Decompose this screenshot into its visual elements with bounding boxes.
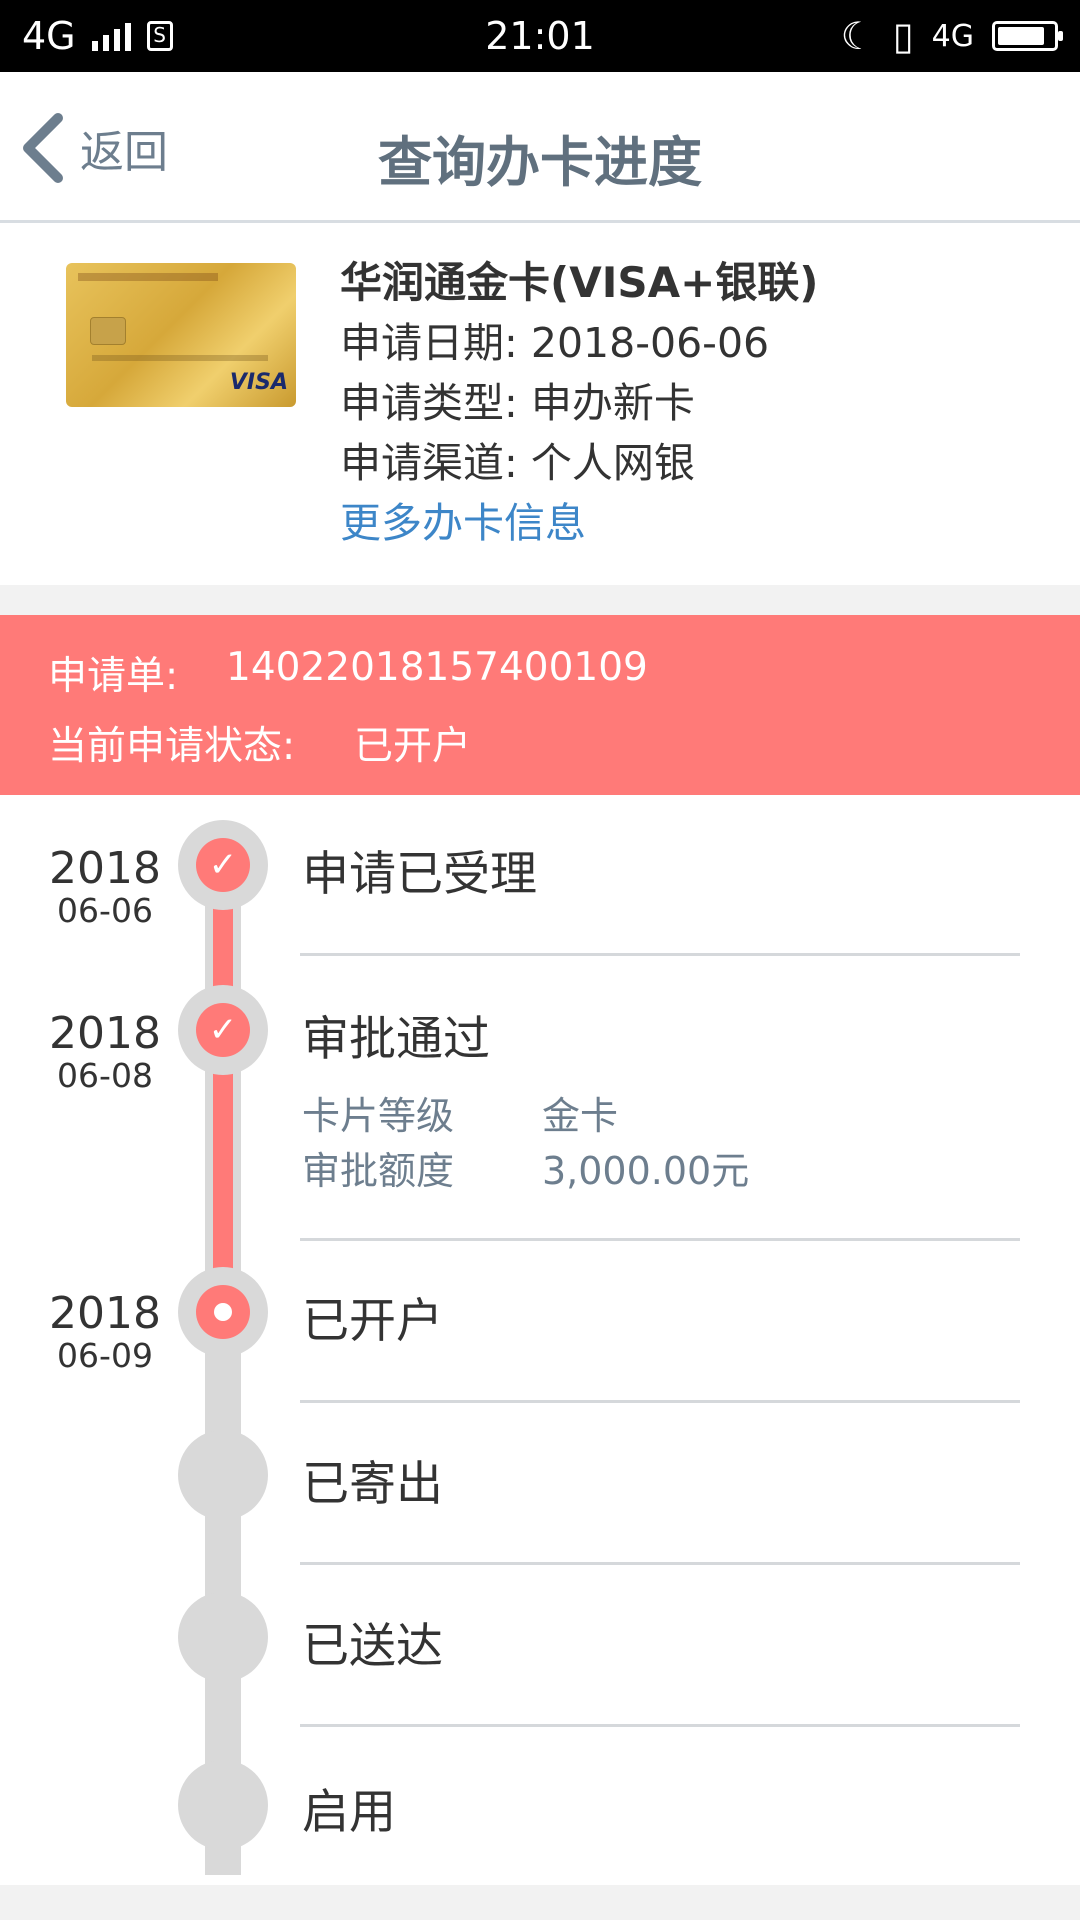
battery-icon	[992, 21, 1063, 51]
timeline-progress-track	[213, 865, 233, 1315]
vibrate-icon: ▯	[892, 14, 914, 58]
detail-label-card-level: 卡片等级	[302, 1094, 455, 1138]
bottom-strip	[0, 1885, 1080, 1920]
status-right: ☾ ▯ 4G	[840, 14, 1063, 58]
step-node-done: ✓	[178, 820, 268, 910]
channel-row: 申请渠道: 个人网银	[340, 433, 818, 493]
step-divider	[300, 1238, 1020, 1241]
card-number-mark	[92, 355, 268, 361]
step-month-day: 06-08	[57, 1056, 153, 1095]
check-icon: ✓	[196, 838, 250, 892]
card-brand-mark: VISA	[229, 370, 288, 395]
step-date: 2018 06-08	[40, 1010, 170, 1094]
apply-date-value: 2018-06-06	[530, 319, 770, 367]
step-node-pending	[178, 1592, 268, 1682]
card-info-panel: VISA 华润通金卡(VISA+银联) 申请日期: 2018-06-06 申请类…	[0, 223, 1080, 585]
step-node-done: ✓	[178, 985, 268, 1075]
apply-type-value: 申办新卡	[530, 379, 695, 427]
step-divider	[300, 953, 1020, 956]
detail-label-credit-limit: 审批额度	[302, 1149, 455, 1193]
status-banner: 申请单: 14022018157400109 当前申请状态: 已开户	[0, 615, 1080, 795]
nav-header: 返回 查询办卡进度	[0, 72, 1080, 223]
step-node-pending	[178, 1430, 268, 1520]
step-title: 已开户	[302, 1294, 443, 1349]
detail-value-card-level: 金卡	[542, 1094, 619, 1138]
step-node-pending	[178, 1760, 268, 1850]
step-title: 申请已受理	[302, 847, 537, 902]
card-chip	[90, 317, 126, 345]
step-month-day: 06-09	[57, 1336, 153, 1375]
step-divider	[300, 1562, 1020, 1565]
status-label: 当前申请状态:	[48, 724, 296, 769]
step-month-day: 06-06	[57, 891, 153, 930]
step-year: 2018	[49, 1008, 161, 1059]
channel-value: 个人网银	[530, 439, 695, 487]
step-node-current	[178, 1267, 268, 1357]
step-date: 2018 06-06	[40, 845, 170, 929]
channel-label: 申请渠道:	[340, 439, 518, 487]
network-type-right: 4G	[931, 18, 974, 54]
page-title: 查询办卡进度	[378, 131, 702, 194]
apply-type-row: 申请类型: 申办新卡	[340, 373, 818, 433]
card-name: 华润通金卡(VISA+银联)	[340, 258, 819, 307]
step-title: 审批通过	[302, 1012, 490, 1067]
dot-icon	[196, 1285, 250, 1339]
apply-type-label: 申请类型:	[340, 379, 518, 427]
step-title: 已送达	[302, 1619, 443, 1674]
status-value: 已开户	[354, 724, 472, 769]
step-title: 已寄出	[302, 1457, 443, 1512]
battery-fill	[998, 27, 1044, 45]
status-bar: 4G S 21:01 ☾ ▯ 4G	[0, 0, 1080, 72]
more-card-info-link[interactable]: 更多办卡信息	[340, 493, 818, 553]
step-divider	[300, 1724, 1020, 1727]
apply-date-row: 申请日期: 2018-06-06	[340, 313, 818, 373]
step-year: 2018	[49, 843, 161, 894]
step-divider	[300, 1400, 1020, 1403]
step-year: 2018	[49, 1288, 161, 1339]
moon-icon: ☾	[840, 14, 875, 58]
step-title: 启用	[302, 1785, 396, 1840]
order-number: 14022018157400109	[226, 645, 648, 690]
progress-timeline: 2018 06-06 ✓ 申请已受理 2018 06-08 ✓ 审批通过 卡片等…	[0, 795, 1080, 1885]
step-date: 2018 06-09	[40, 1290, 170, 1374]
order-label: 申请单:	[48, 654, 179, 699]
card-bank-logo	[78, 273, 218, 281]
check-icon: ✓	[196, 1003, 250, 1057]
detail-value-credit-limit: 3,000.00元	[542, 1149, 750, 1193]
card-details: 华润通金卡(VISA+银联) 申请日期: 2018-06-06 申请类型: 申办…	[340, 253, 818, 553]
card-image: VISA	[66, 263, 296, 407]
apply-date-label: 申请日期:	[340, 319, 518, 367]
